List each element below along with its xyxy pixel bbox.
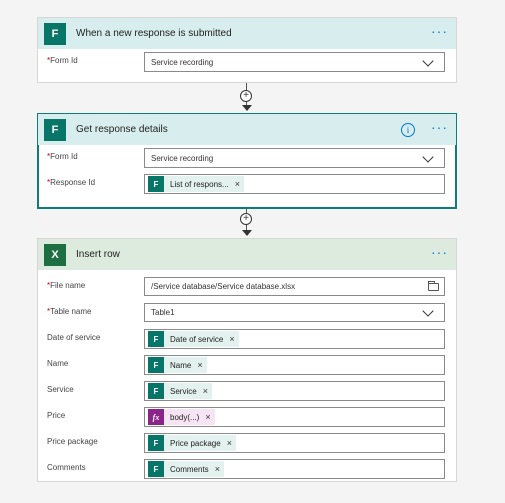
forms-icon: F (44, 118, 66, 141)
token-label: List of respons... (170, 179, 229, 189)
field-label: *Form Id (47, 56, 78, 65)
dropdown-value: Service recording (151, 57, 214, 67)
arrow-down-icon (242, 105, 252, 111)
remove-token-icon[interactable]: × (203, 386, 208, 396)
dropdown-value: Service recording (151, 153, 214, 163)
get-details-title: Get response details (76, 124, 168, 135)
dynamic-content-token[interactable]: F Date of service × (148, 331, 239, 347)
dynamic-content-token[interactable]: F Name × (148, 357, 207, 373)
field-label: Name (47, 359, 69, 368)
remove-token-icon[interactable]: × (235, 179, 240, 189)
field-label: Price package (47, 437, 98, 446)
field-label: Comments (47, 463, 86, 472)
price-field[interactable]: fx body(...) × (144, 407, 445, 427)
forms-icon: F (148, 331, 164, 347)
form-id-row: *Form Id Service recording (38, 145, 456, 171)
folder-icon[interactable] (428, 281, 439, 291)
get-details-card-header[interactable]: F Get response details i ··· (38, 114, 456, 145)
token-label: Name (170, 360, 192, 370)
date-of-service-row: Date of service F Date of service × (38, 326, 456, 352)
dynamic-content-token[interactable]: F Service × (148, 383, 212, 399)
table-name-row: *Table name Table1 (38, 300, 456, 326)
trigger-title: When a new response is submitted (76, 28, 232, 39)
date-of-service-field[interactable]: F Date of service × (144, 329, 445, 349)
field-label: Price (47, 411, 66, 420)
fx-icon: fx (148, 409, 164, 425)
more-options-icon[interactable]: ··· (431, 245, 448, 259)
forms-icon: F (148, 435, 164, 451)
file-name-input[interactable]: /Service database/Service database.xlsx (144, 277, 445, 296)
name-row: Name F Name × (38, 352, 456, 378)
chevron-down-icon[interactable] (422, 55, 434, 67)
add-step-icon[interactable]: + (240, 90, 252, 102)
dropdown-value: Table1 (151, 308, 175, 317)
remove-token-icon[interactable]: × (227, 438, 232, 448)
price-package-field[interactable]: F Price package × (144, 433, 445, 453)
dynamic-content-token[interactable]: F List of respons... × (148, 176, 244, 192)
forms-icon: F (148, 383, 164, 399)
insert-row-title: Insert row (76, 249, 120, 260)
field-label: *File name (47, 281, 86, 290)
remove-token-icon[interactable]: × (197, 360, 202, 370)
field-label: *Form Id (47, 152, 78, 161)
remove-token-icon[interactable]: × (215, 464, 220, 474)
arrow-down-icon (242, 230, 252, 236)
response-id-row: *Response Id F List of respons... × (38, 171, 456, 197)
insert-row-card-header[interactable]: X Insert row ··· (38, 239, 456, 270)
forms-icon: F (148, 357, 164, 373)
form-id-dropdown[interactable]: Service recording (144, 52, 445, 72)
field-label: *Table name (47, 307, 92, 316)
file-path-value: /Service database/Service database.xlsx (151, 282, 296, 291)
price-row: Price fx body(...) × (38, 404, 456, 430)
token-label: Comments (170, 464, 209, 474)
more-options-icon[interactable]: ··· (431, 24, 448, 38)
price-package-row: Price package F Price package × (38, 430, 456, 456)
form-id-row: *Form Id Service recording (38, 49, 456, 75)
field-label: *Response Id (47, 178, 96, 187)
more-options-icon[interactable]: ··· (431, 120, 448, 134)
token-label: body(...) (170, 412, 200, 422)
info-icon[interactable]: i (401, 123, 415, 137)
name-field[interactable]: F Name × (144, 355, 445, 375)
excel-icon: X (44, 243, 66, 266)
comments-row: Comments F Comments × (38, 456, 456, 482)
remove-token-icon[interactable]: × (205, 412, 210, 422)
trigger-card[interactable]: F When a new response is submitted ··· *… (37, 17, 457, 83)
comments-field[interactable]: F Comments × (144, 459, 445, 479)
token-label: Service (170, 386, 197, 396)
field-label: Service (47, 385, 74, 394)
forms-icon: F (148, 176, 164, 192)
service-row: Service F Service × (38, 378, 456, 404)
expression-token[interactable]: fx body(...) × (148, 409, 215, 425)
get-response-details-card[interactable]: F Get response details i ··· *Form Id Se… (37, 113, 457, 209)
token-label: Date of service (170, 334, 224, 344)
service-field[interactable]: F Service × (144, 381, 445, 401)
field-label: Date of service (47, 333, 101, 342)
dynamic-content-token[interactable]: F Comments × (148, 461, 224, 477)
form-id-dropdown[interactable]: Service recording (144, 148, 445, 168)
chevron-down-icon[interactable] (422, 151, 434, 163)
token-label: Price package (170, 438, 221, 448)
forms-icon: F (148, 461, 164, 477)
forms-icon: F (44, 22, 66, 45)
response-id-field[interactable]: F List of respons... × (144, 174, 445, 194)
file-name-row: *File name /Service database/Service dat… (38, 274, 456, 300)
insert-row-card[interactable]: X Insert row ··· *File name /Service dat… (37, 238, 457, 482)
chevron-down-icon[interactable] (422, 305, 434, 317)
add-step-icon[interactable]: + (240, 213, 252, 225)
remove-token-icon[interactable]: × (229, 334, 234, 344)
trigger-card-header[interactable]: F When a new response is submitted ··· (38, 18, 456, 49)
table-name-dropdown[interactable]: Table1 (144, 303, 445, 322)
dynamic-content-token[interactable]: F Price package × (148, 435, 236, 451)
